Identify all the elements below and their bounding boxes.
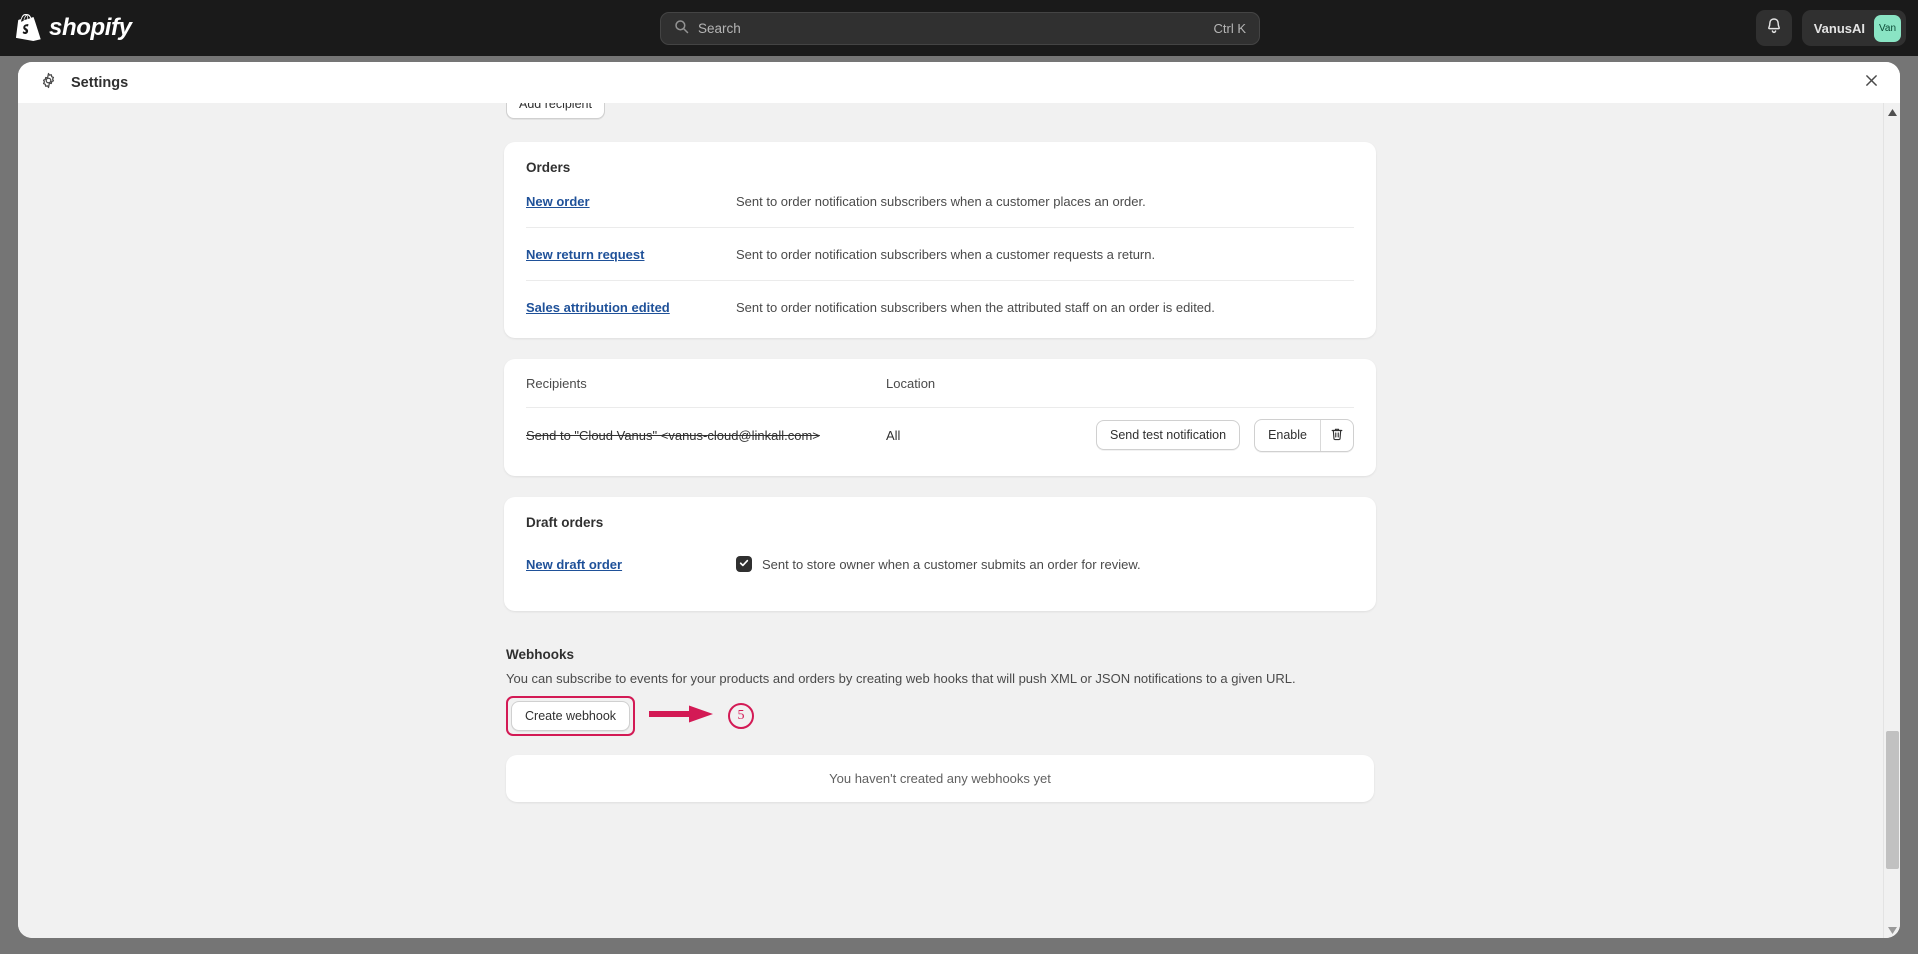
table-row: New order Sent to order notification sub… (526, 175, 1354, 228)
settings-modal: Settings Add recipient Orders New order … (18, 62, 1900, 938)
settings-scroll-region: Add recipient Orders New order Sent to o… (18, 103, 1900, 938)
close-modal-button[interactable] (1857, 68, 1886, 97)
draft-orders-card-title: Draft orders (526, 515, 604, 530)
trash-icon (1330, 427, 1344, 444)
notification-link-new-draft-order[interactable]: New draft order (526, 557, 736, 572)
annotation-highlight-box: Create webhook (506, 696, 636, 736)
webhooks-section: Webhooks You can subscribe to events for… (504, 647, 1376, 802)
table-row: New draft order Sent to store owner when… (526, 539, 1354, 589)
column-header-recipients: Recipients (526, 375, 587, 391)
notification-link-new-order[interactable]: New order (526, 194, 736, 209)
scrollbar-thumb[interactable] (1886, 731, 1899, 869)
orders-card-title: Orders (526, 160, 571, 175)
scroll-up-button[interactable] (1884, 103, 1900, 120)
webhooks-description: You can subscribe to events for your pro… (506, 671, 1296, 686)
shopify-bag-icon (16, 13, 42, 43)
add-recipient-row: Add recipient (504, 103, 1376, 121)
modal-header: Settings (18, 62, 1900, 103)
enable-button[interactable]: Enable (1255, 420, 1320, 451)
notification-link-new-return-request[interactable]: New return request (526, 247, 736, 262)
draft-order-description: Sent to store owner when a customer subm… (762, 556, 1141, 572)
notification-description: Sent to order notification subscribers w… (736, 246, 1156, 262)
notification-link-sales-attribution-edited[interactable]: Sales attribution edited (526, 300, 736, 315)
shopify-wordmark: shopify (49, 14, 132, 41)
shopify-logo[interactable]: shopify (16, 13, 132, 43)
arrow-right-icon (635, 703, 715, 730)
caret-up-icon (1888, 103, 1897, 121)
recipients-table-header: Recipients Location (526, 359, 1354, 408)
close-icon (1865, 74, 1878, 92)
column-header-location: Location (886, 375, 936, 391)
webhooks-action-row: Create webhook 5 (506, 696, 1374, 736)
caret-down-icon (1888, 921, 1897, 939)
gear-icon (40, 72, 57, 94)
webhooks-empty-state: You haven't created any webhooks yet (506, 755, 1374, 802)
table-row: Sales attribution edited Sent to order n… (526, 281, 1354, 334)
draft-orders-card: Draft orders New draft order Sent to sto… (504, 497, 1376, 611)
recipient-actions: Send test notification Enable (1014, 418, 1354, 452)
add-recipient-button[interactable]: Add recipient (506, 103, 605, 119)
user-name: VanusAI (1813, 20, 1865, 36)
notification-description: Sent to order notification subscribers w… (736, 300, 1215, 315)
draft-order-checkbox[interactable] (736, 556, 752, 572)
avatar: Van (1874, 14, 1901, 42)
send-test-notification-button[interactable]: Send test notification (1096, 420, 1241, 450)
delete-recipient-button[interactable] (1320, 419, 1353, 451)
orders-card: Orders New order Sent to order notificat… (504, 142, 1376, 338)
search-icon (674, 19, 689, 39)
annotation-step-number: 5 (728, 703, 755, 729)
notification-description: Sent to order notification subscribers w… (736, 193, 1146, 209)
scroll-down-button[interactable] (1884, 921, 1900, 938)
search-shortcut-hint: Ctrl K (1213, 21, 1247, 36)
create-webhook-button[interactable]: Create webhook (511, 701, 631, 731)
table-row: New return request Sent to order notific… (526, 228, 1354, 281)
bell-icon (1765, 17, 1783, 40)
webhooks-empty-text: You haven't created any webhooks yet (829, 771, 1051, 786)
enable-delete-button-group: Enable (1254, 418, 1354, 452)
vertical-scrollbar[interactable] (1883, 103, 1900, 938)
search-placeholder: Search (698, 21, 741, 36)
global-search[interactable]: Search Ctrl K (660, 12, 1260, 45)
check-icon (739, 555, 749, 573)
user-menu-button[interactable]: VanusAI Van (1801, 10, 1906, 46)
recipients-card: Recipients Location Send to "Cloud Vanus… (504, 359, 1376, 476)
webhooks-title: Webhooks (506, 647, 575, 662)
settings-content: Add recipient Orders New order Sent to o… (18, 103, 1898, 938)
notifications-button[interactable] (1755, 10, 1792, 46)
topbar-right-cluster: VanusAI Van (1755, 10, 1906, 46)
table-row: Send to "Cloud Vanus" <vanus-cloud@linka… (526, 408, 1354, 462)
recipient-address: Send to "Cloud Vanus" <vanus-cloud@linka… (526, 427, 820, 443)
page-title: Settings (71, 74, 129, 91)
top-bar: shopify Search Ctrl K VanusAI Van (0, 0, 1918, 56)
recipient-location: All (886, 427, 901, 443)
search-input[interactable]: Search Ctrl K (660, 12, 1260, 45)
